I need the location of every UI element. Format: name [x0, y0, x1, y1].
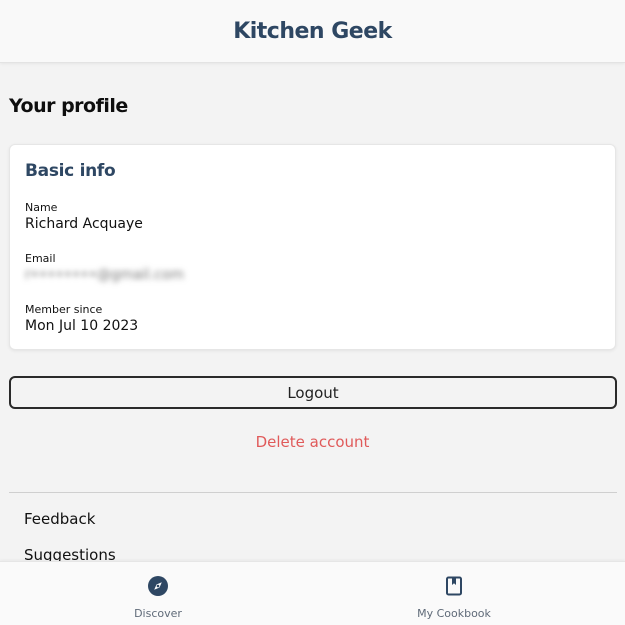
member-since-label: Member since [25, 303, 103, 316]
nav-item-my-cookbook[interactable]: My Cookbook [384, 562, 524, 625]
bottom-nav: Discover My Cookbook [0, 561, 625, 625]
nav-item-discover[interactable]: Discover [88, 562, 228, 625]
name-label: Name [25, 201, 58, 214]
page-title: Your profile [9, 95, 128, 117]
delete-account-button[interactable]: Delete account [0, 433, 625, 451]
email-label: Email [25, 252, 56, 265]
app: Kitchen Geek Your profile Basic info Nam… [0, 0, 625, 625]
bookmark-book-icon [444, 576, 464, 596]
basic-info-title: Basic info [25, 161, 116, 181]
email-value: r••••••••@gmail.com [25, 267, 185, 283]
app-header: Kitchen Geek [0, 0, 625, 63]
logout-button[interactable]: Logout [9, 376, 617, 409]
compass-icon [148, 576, 168, 596]
feedback-link[interactable]: Feedback [24, 510, 95, 528]
nav-label-my-cookbook: My Cookbook [417, 607, 491, 620]
name-value: Richard Acquaye [25, 216, 143, 232]
section-divider [9, 492, 617, 493]
nav-label-discover: Discover [134, 607, 182, 620]
member-since-value: Mon Jul 10 2023 [25, 318, 139, 334]
app-title: Kitchen Geek [233, 18, 392, 44]
basic-info-card: Basic info Name Richard Acquaye Email r•… [9, 144, 616, 350]
